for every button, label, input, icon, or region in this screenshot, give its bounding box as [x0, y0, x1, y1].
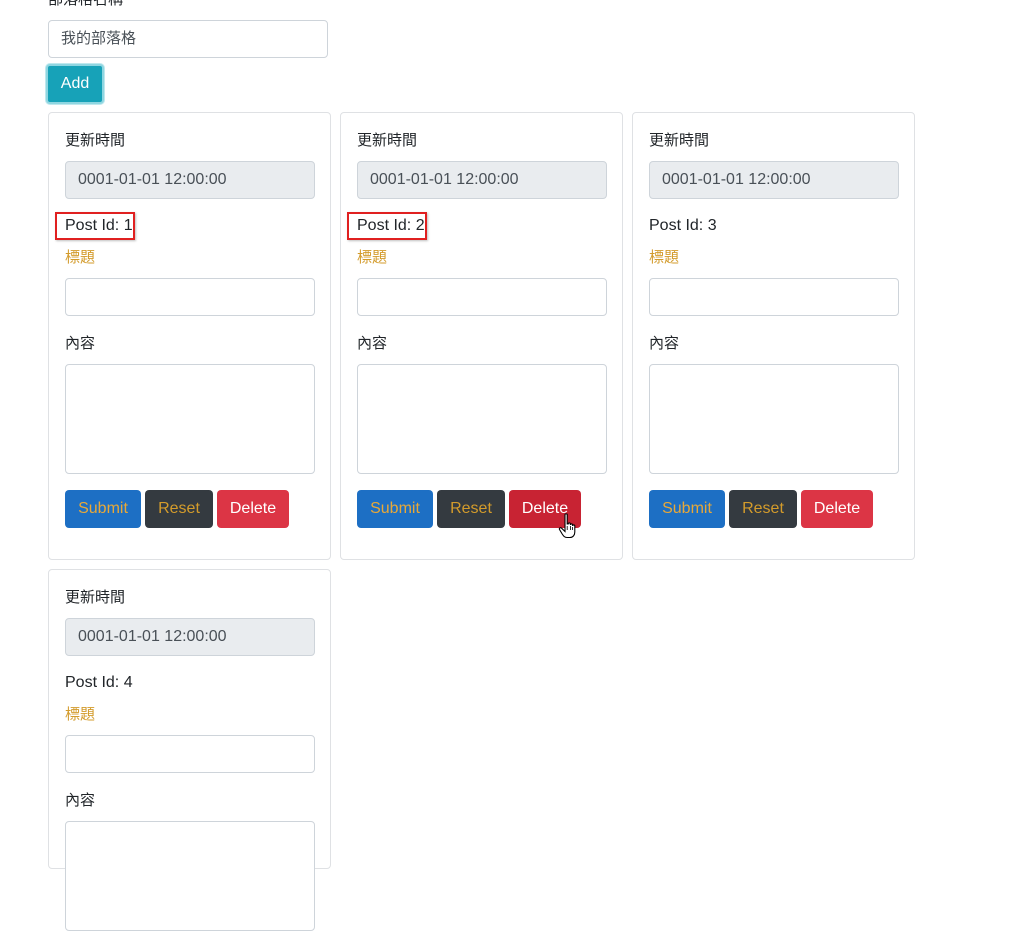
add-button[interactable]: Add	[46, 64, 104, 104]
post-id: Post Id: 3	[649, 217, 717, 234]
content-textarea[interactable]	[357, 364, 607, 474]
updated-time-field: 0001-01-01 12:00:00	[65, 618, 315, 656]
title-input[interactable]	[357, 278, 607, 316]
updated-time-label: 更新時間	[65, 589, 126, 606]
content-label: 內容	[649, 335, 680, 352]
submit-button[interactable]: Submit	[649, 490, 725, 528]
title-label: 標題	[649, 249, 680, 266]
content-label: 內容	[357, 335, 388, 352]
updated-time-field: 0001-01-01 12:00:00	[649, 161, 899, 199]
title-label: 標題	[357, 249, 388, 266]
title-input[interactable]	[649, 278, 899, 316]
updated-time-field: 0001-01-01 12:00:00	[65, 161, 315, 199]
title-input[interactable]	[65, 735, 315, 773]
post-id: Post Id: 4	[65, 674, 133, 691]
delete-button[interactable]: Delete	[217, 490, 289, 528]
updated-time-label: 更新時間	[649, 132, 710, 149]
post-card: 更新時間 0001-01-01 12:00:00 Post Id: 3 標題 內…	[632, 112, 915, 560]
title-label: 標題	[65, 706, 96, 723]
content-label: 內容	[65, 792, 96, 809]
title-label: 標題	[65, 249, 96, 266]
blog-name-input[interactable]: 我的部落格	[48, 20, 328, 58]
post-card: 更新時間 0001-01-01 12:00:00 Post Id: 1 標題 內…	[48, 112, 331, 560]
updated-time-field: 0001-01-01 12:00:00	[357, 161, 607, 199]
content-textarea[interactable]	[649, 364, 899, 474]
blog-name-label: 部落格名稱	[48, 0, 123, 9]
reset-button[interactable]: Reset	[145, 490, 213, 528]
post-id: Post Id: 2	[357, 217, 425, 234]
content-label: 內容	[65, 335, 96, 352]
delete-button[interactable]: Delete	[801, 490, 873, 528]
post-id: Post Id: 1	[65, 217, 133, 234]
post-card: 更新時間 0001-01-01 12:00:00 Post Id: 2 標題 內…	[340, 112, 623, 560]
submit-button[interactable]: Submit	[357, 490, 433, 528]
reset-button[interactable]: Reset	[729, 490, 797, 528]
post-card: 更新時間 0001-01-01 12:00:00 Post Id: 4 標題 內…	[48, 569, 331, 931]
reset-button[interactable]: Reset	[437, 490, 505, 528]
content-textarea[interactable]	[65, 364, 315, 474]
hand-pointer-icon	[558, 513, 576, 539]
title-input[interactable]	[65, 278, 315, 316]
updated-time-label: 更新時間	[65, 132, 126, 149]
content-textarea[interactable]	[65, 821, 315, 931]
updated-time-label: 更新時間	[357, 132, 418, 149]
submit-button[interactable]: Submit	[65, 490, 141, 528]
